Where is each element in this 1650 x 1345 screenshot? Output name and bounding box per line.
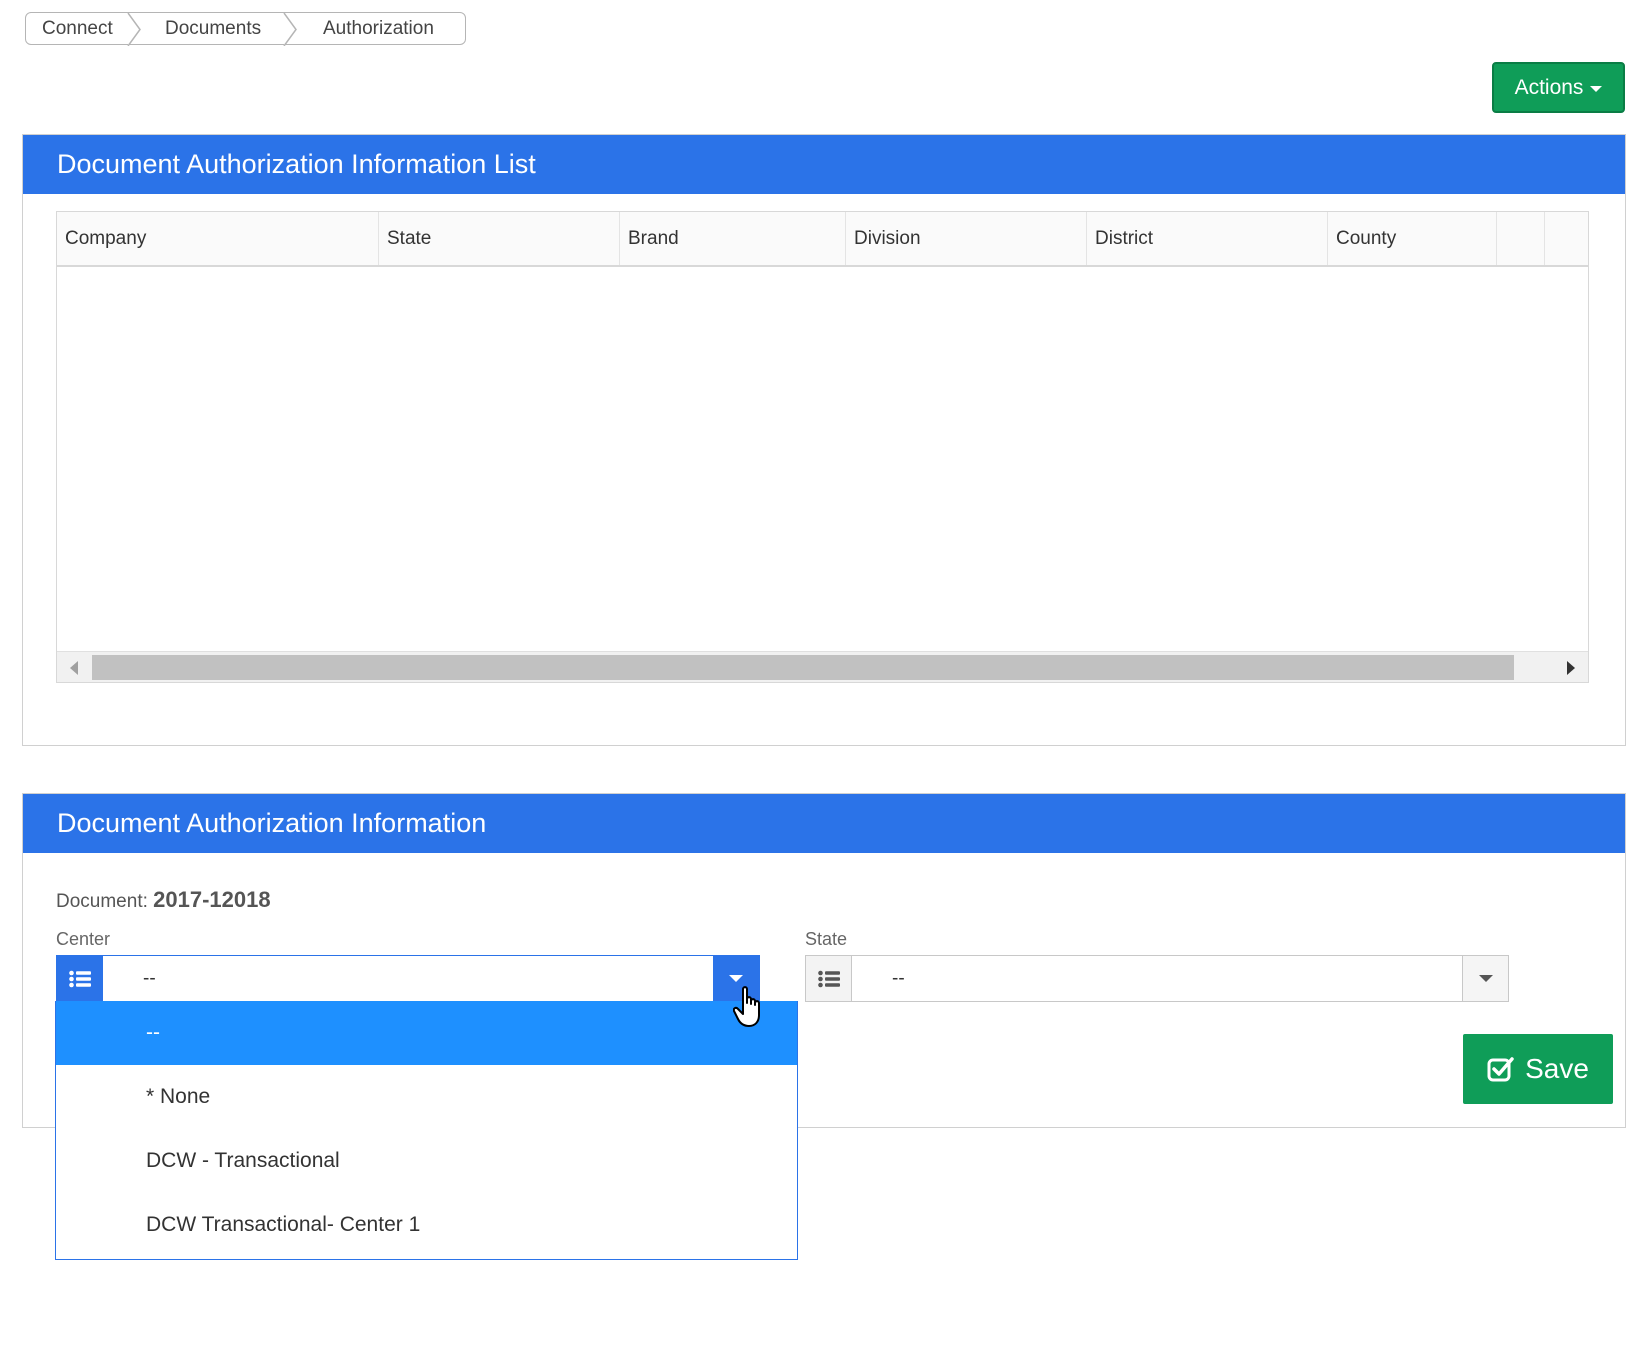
dropdown-option[interactable]: DCW - Transactional — [56, 1129, 797, 1193]
document-value: 2017-12018 — [153, 887, 271, 912]
breadcrumb-label: Documents — [165, 17, 262, 39]
list-icon[interactable] — [57, 956, 103, 1001]
document-label: Document: — [56, 891, 148, 912]
breadcrumb-item-documents[interactable]: Documents — [129, 13, 297, 46]
center-dropdown-list: -- * None DCW - Transactional DCW Transa… — [55, 1001, 798, 1260]
actions-label: Actions — [1514, 75, 1584, 99]
breadcrumb: Connect Documents Authorization — [25, 12, 466, 46]
chevron-down-icon[interactable] — [1462, 956, 1508, 1001]
chevron-right-icon — [127, 13, 141, 46]
center-select-value: -- — [143, 967, 156, 989]
center-label: Center — [56, 929, 111, 949]
breadcrumb-item-connect[interactable]: Connect — [26, 13, 141, 46]
dropdown-option[interactable]: DCW Transactional- Center 1 — [56, 1193, 797, 1257]
scroll-left-arrow-icon[interactable] — [70, 661, 78, 675]
column-header-county[interactable]: County — [1328, 212, 1497, 265]
breadcrumb-label: Connect — [42, 17, 113, 39]
authorization-grid: Company State Brand Division District Co… — [56, 211, 1589, 683]
scroll-thumb[interactable] — [92, 655, 1514, 680]
check-square-icon — [1487, 1057, 1514, 1082]
state-label: State — [805, 929, 848, 949]
column-header-extra-2[interactable] — [1545, 212, 1588, 265]
list-icon[interactable] — [806, 956, 852, 1001]
panel-title: Document Authorization Information List — [23, 135, 1625, 194]
breadcrumb-item-authorization[interactable]: Authorization — [285, 13, 465, 44]
authorization-list-panel: Document Authorization Information List … — [22, 134, 1626, 746]
chevron-right-icon — [283, 13, 297, 46]
column-header-state[interactable]: State — [379, 212, 620, 265]
breadcrumb-label: Authorization — [323, 17, 434, 39]
state-select-value: -- — [892, 967, 905, 989]
column-header-division[interactable]: Division — [846, 212, 1087, 265]
column-header-company[interactable]: Company — [57, 212, 379, 265]
dropdown-option[interactable]: -- — [56, 1001, 797, 1065]
state-select[interactable]: -- — [805, 955, 1509, 1002]
column-header-extra-1[interactable] — [1497, 212, 1545, 265]
hand-pointer-icon — [733, 986, 760, 1027]
save-label: Save — [1525, 1053, 1589, 1084]
grid-header: Company State Brand Division District Co… — [57, 212, 1588, 267]
panel-title: Document Authorization Information — [23, 794, 1625, 853]
column-header-district[interactable]: District — [1087, 212, 1328, 265]
save-button[interactable]: Save — [1463, 1034, 1613, 1104]
center-select[interactable]: -- — [56, 955, 760, 1002]
horizontal-scrollbar[interactable] — [57, 651, 1588, 682]
caret-down-icon — [1590, 86, 1603, 92]
scroll-right-arrow-icon[interactable] — [1567, 661, 1575, 675]
dropdown-option[interactable]: * None — [56, 1065, 797, 1129]
actions-button[interactable]: Actions — [1492, 62, 1625, 113]
document-line: Document: 2017-12018 — [56, 887, 271, 913]
column-header-brand[interactable]: Brand — [620, 212, 846, 265]
